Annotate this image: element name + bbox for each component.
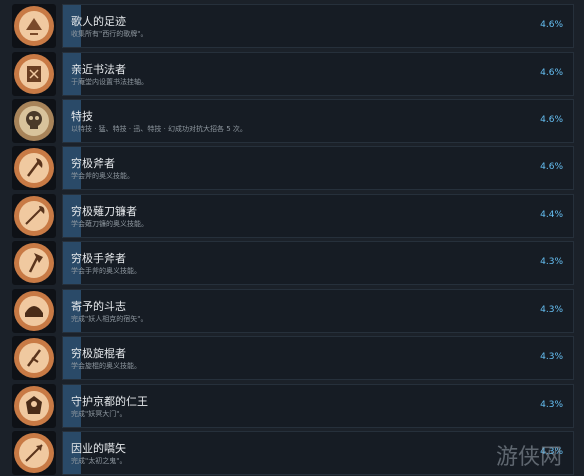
hand-axe-icon [12,241,56,285]
achievement-description: 收集所有"西行的歌牌"。 [71,30,148,38]
achievement-row[interactable]: 穷极薙刀镰者 学会薙刀镰的奥义技能。 4.4% [10,194,574,238]
unlock-percent: 4.6% [540,115,563,125]
achievement-title: 穷极旋棍者 [71,347,126,360]
achievement-row[interactable]: 因业的嚆矢 完成"太初之鬼"。 4.3% [10,431,574,475]
tonfa-icon [12,336,56,380]
achievement-title: 穷极手斧者 [71,252,126,265]
achievement-row[interactable]: 亲近书法者 于庵堂内设置书法挂轴。 4.6% [10,52,574,96]
progress-bar: 穷极薙刀镰者 学会薙刀镰的奥义技能。 4.4% [62,194,574,238]
achievement-description: 学会斧的奥义技能。 [71,172,134,180]
achievement-description: 完成"妖人相克的宿矢"。 [71,315,148,323]
achievement-title: 守护京都的仁王 [71,395,148,408]
progress-bar: 亲近书法者 于庵堂内设置书法挂轴。 4.6% [62,52,574,96]
guardian-icon [12,384,56,428]
naginata-icon [12,194,56,238]
watermark-text: 游侠网 [496,445,562,470]
progress-bar: 寄予的斗志 完成"妖人相克的宿矢"。 4.3% [62,289,574,333]
unlock-percent: 4.4% [540,210,563,220]
helmet-icon [12,289,56,333]
achievement-description: 于庵堂内设置书法挂轴。 [71,78,148,86]
unlock-percent: 4.6% [540,20,563,30]
unlock-percent: 4.3% [540,400,563,410]
unlock-percent: 4.3% [540,352,563,362]
achievement-title: 穷极薙刀镰者 [71,205,137,218]
progress-bar: 穷极旋棍者 学会旋棍的奥义技能。 4.3% [62,336,574,380]
skull-icon [12,99,56,143]
songbook-icon [12,4,56,48]
achievement-description: 完成"妖冥大门"。 [71,410,127,418]
achievement-row[interactable]: 穷极旋棍者 学会旋棍的奥义技能。 4.3% [10,336,574,380]
achievement-title: 寄予的斗志 [71,300,126,313]
arrow-icon [12,431,56,475]
achievement-title: 歌人的足迹 [71,15,126,28]
achievement-row[interactable]: 特技 以特技 · 猛、特技 · 迅、特技 · 幻成功对抗大招各 5 次。 4.6… [10,99,574,143]
watermark-logo: 游侠网 [496,445,562,470]
achievement-row[interactable]: 守护京都的仁王 完成"妖冥大门"。 4.3% [10,384,574,428]
unlock-percent: 4.3% [540,305,563,315]
progress-bar: 特技 以特技 · 猛、特技 · 迅、特技 · 幻成功对抗大招各 5 次。 4.6… [62,99,574,143]
achievement-description: 学会手斧的奥义技能。 [71,267,141,275]
achievement-row[interactable]: 歌人的足迹 收集所有"西行的歌牌"。 4.6% [10,4,574,48]
achievement-title: 穷极斧者 [71,157,115,170]
achievement-row[interactable]: 寄予的斗志 完成"妖人相克的宿矢"。 4.3% [10,289,574,333]
progress-bar: 穷极斧者 学会斧的奥义技能。 4.6% [62,146,574,190]
achievement-description: 学会薙刀镰的奥义技能。 [71,220,148,228]
achievement-row[interactable]: 穷极斧者 学会斧的奥义技能。 4.6% [10,146,574,190]
achievement-title: 特技 [71,110,93,123]
achievement-title: 因业的嚆矢 [71,442,126,455]
unlock-percent: 4.6% [540,68,563,78]
achievement-description: 完成"太初之鬼"。 [71,457,127,465]
unlock-percent: 4.3% [540,257,563,267]
achievement-description: 以特技 · 猛、特技 · 迅、特技 · 幻成功对抗大招各 5 次。 [71,125,247,133]
progress-bar: 穷极手斧者 学会手斧的奥义技能。 4.3% [62,241,574,285]
progress-bar: 歌人的足迹 收集所有"西行的歌牌"。 4.6% [62,4,574,48]
axe-icon [12,146,56,190]
calligraphy-scroll-icon [12,52,56,96]
achievement-description: 学会旋棍的奥义技能。 [71,362,141,370]
achievement-title: 亲近书法者 [71,63,126,76]
achievement-row[interactable]: 穷极手斧者 学会手斧的奥义技能。 4.3% [10,241,574,285]
progress-bar: 守护京都的仁王 完成"妖冥大门"。 4.3% [62,384,574,428]
unlock-percent: 4.6% [540,162,563,172]
